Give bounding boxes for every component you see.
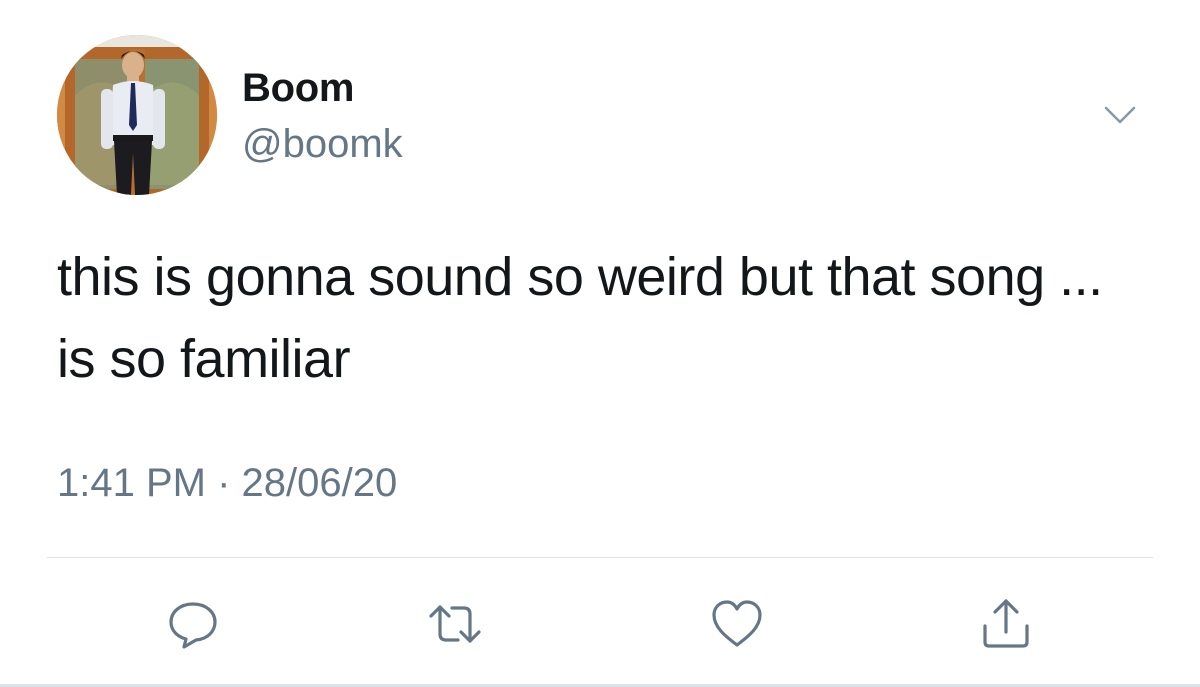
like-button[interactable] xyxy=(707,594,767,654)
chevron-down-icon[interactable] xyxy=(1100,100,1140,130)
share-icon xyxy=(983,599,1029,648)
retweet-icon xyxy=(429,605,481,643)
tweet-text: this is gonna sound so weird but that so… xyxy=(57,247,1103,389)
tweet-timestamp[interactable]: 1:41 PM · 28/06/20 xyxy=(57,456,397,510)
user-handle[interactable]: @boomk xyxy=(242,120,403,168)
reply-icon xyxy=(169,602,217,649)
divider xyxy=(47,557,1153,558)
tweet-date: 28/06/20 xyxy=(241,461,398,505)
share-button[interactable] xyxy=(976,594,1036,654)
meta-separator: · xyxy=(217,461,231,505)
tweet-card: Boom @boomk this is gonna sound so weird… xyxy=(0,0,1200,687)
display-name[interactable]: Boom xyxy=(242,64,354,112)
avatar-image xyxy=(57,35,217,195)
avatar[interactable] xyxy=(57,35,217,195)
heart-icon xyxy=(712,600,762,647)
tweet-time: 1:41 PM xyxy=(57,461,206,505)
retweet-button[interactable] xyxy=(425,594,485,654)
reply-button[interactable] xyxy=(163,594,223,654)
